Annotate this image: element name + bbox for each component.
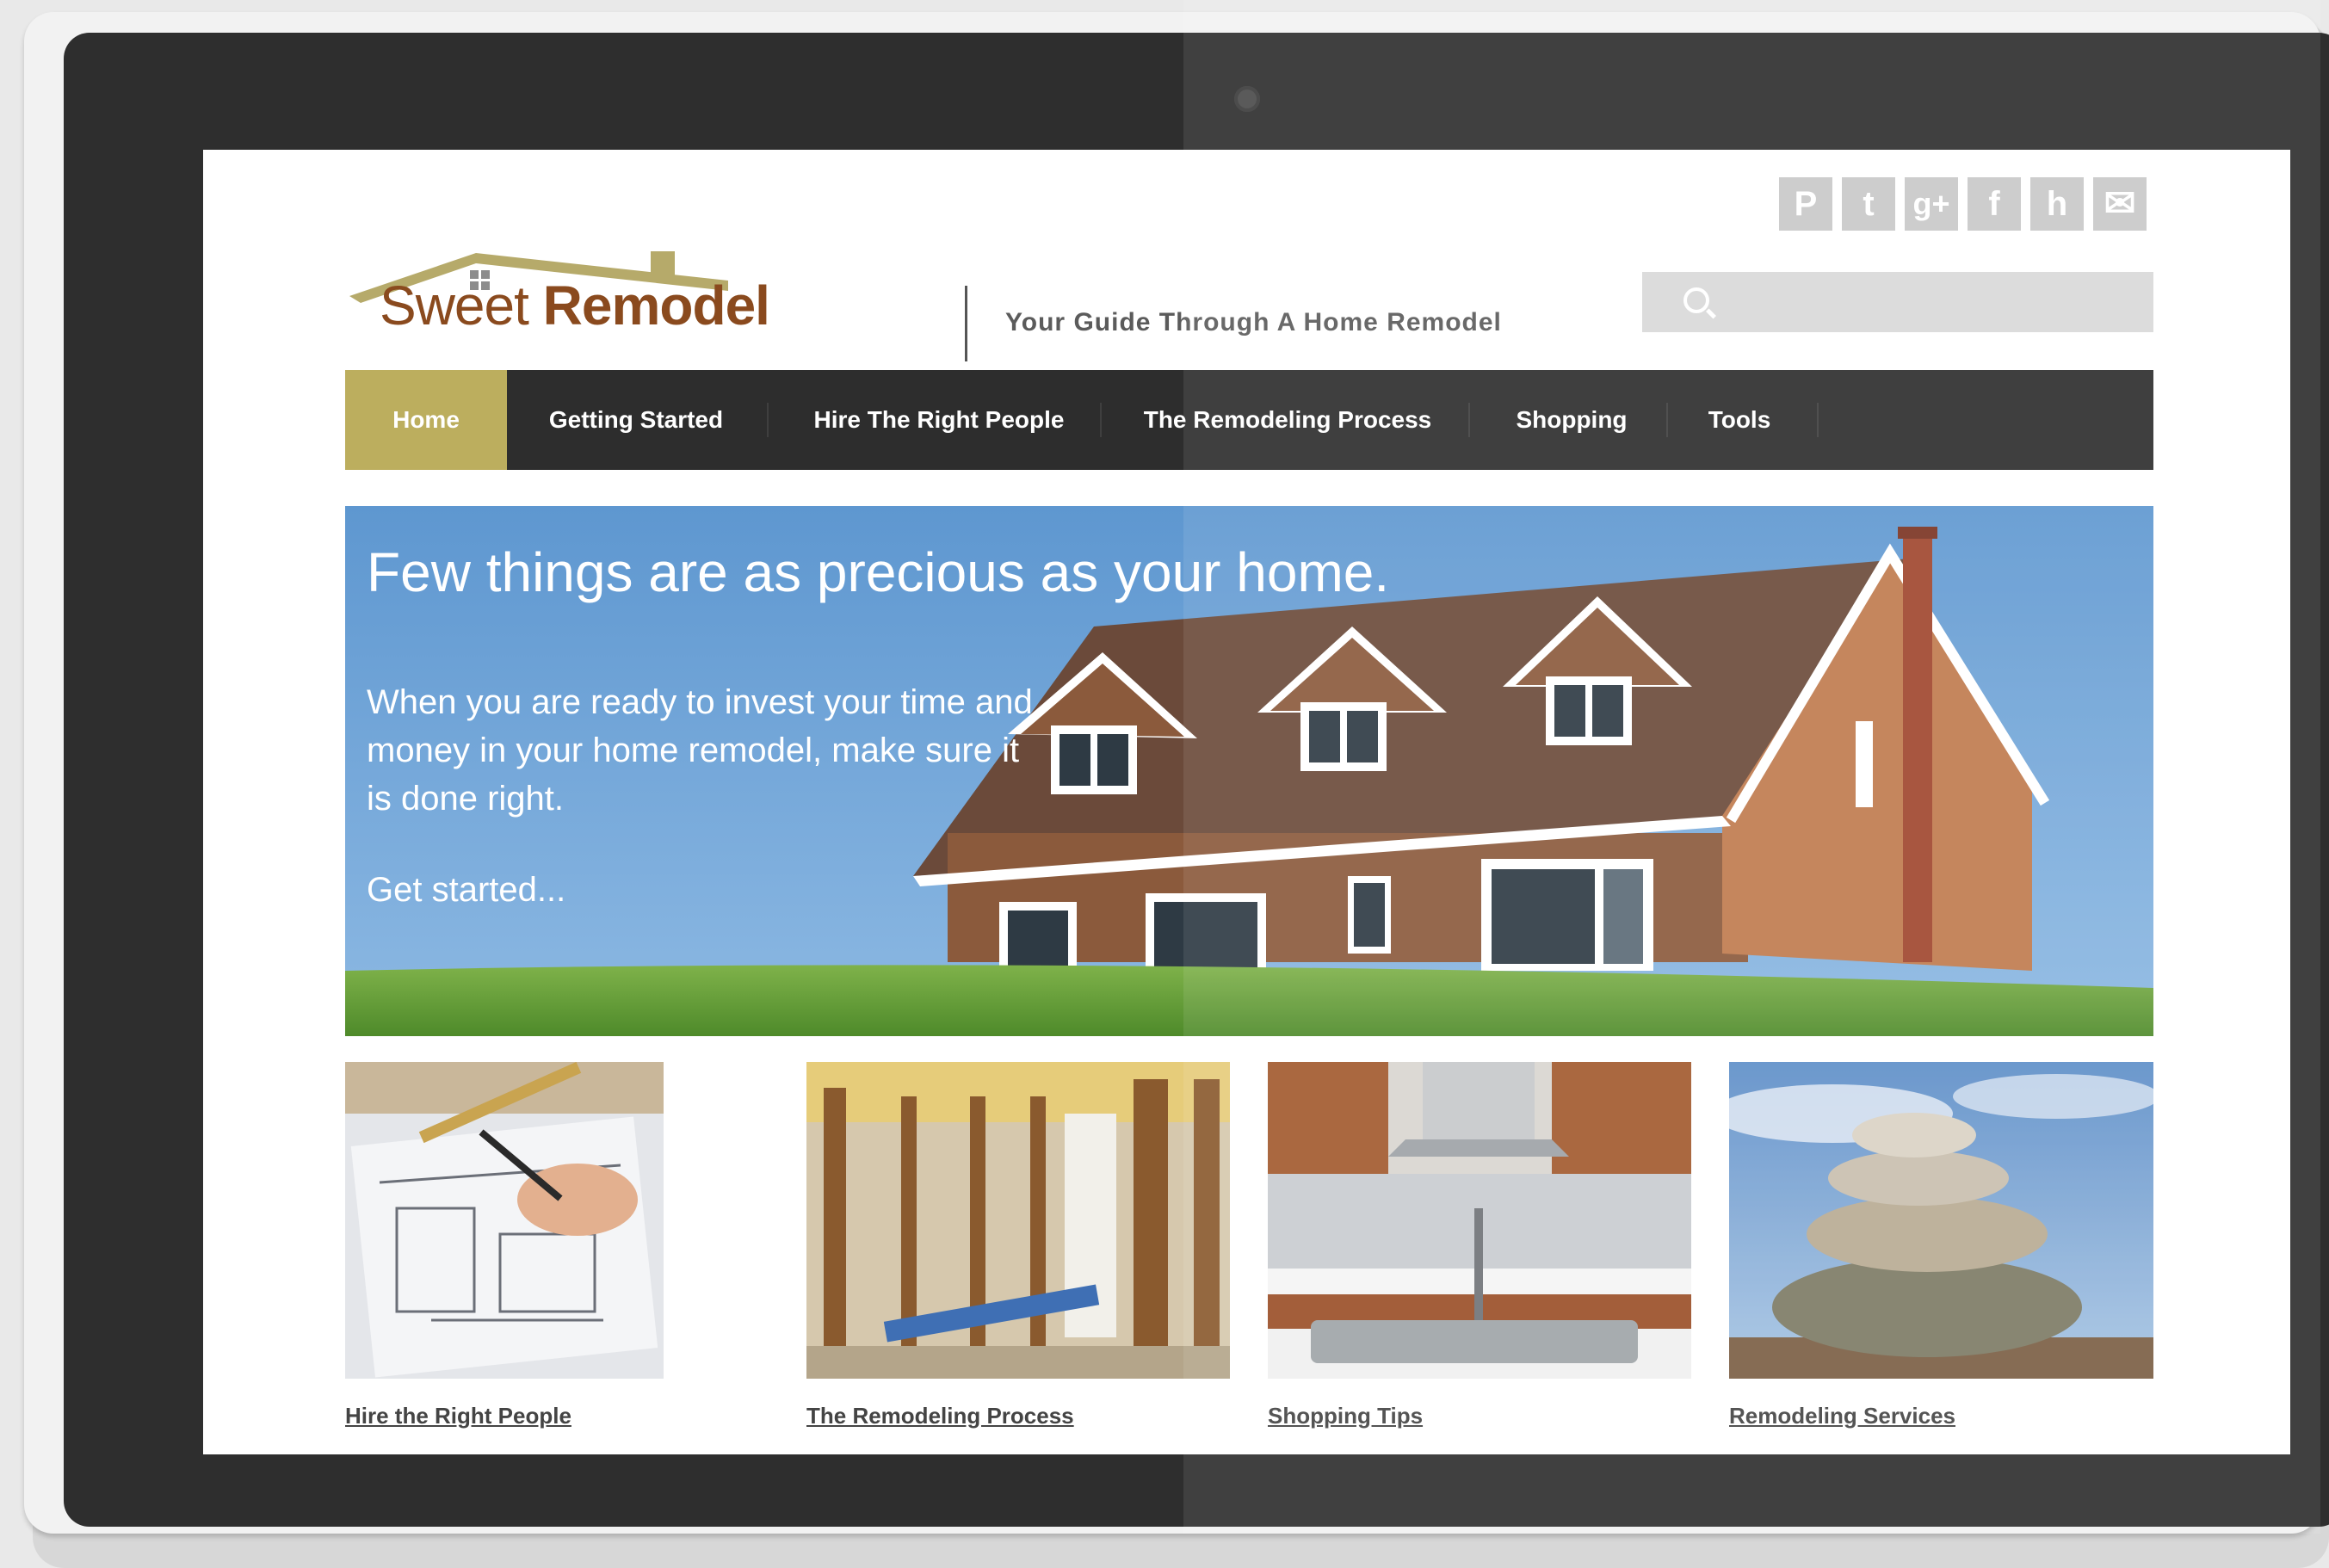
facebook-icon[interactable]: f xyxy=(1968,177,2021,231)
nav-separator xyxy=(1468,403,1470,437)
feature-link-remodeling-services[interactable]: Remodeling Services xyxy=(1729,1403,1955,1429)
header-divider xyxy=(965,286,967,361)
main-nav: Home Getting Started Hire The Right Peop… xyxy=(345,370,2153,470)
twitter-icon[interactable]: t xyxy=(1842,177,1895,231)
hero-title: Few things are as precious as your home. xyxy=(367,541,1390,603)
hero-banner[interactable]: Few things are as precious as your home.… xyxy=(345,506,2153,1036)
hero-body: When you are ready to invest your time a… xyxy=(367,683,1033,818)
logo-word-remodel: Remodel xyxy=(542,275,770,336)
email-icon[interactable]: ✉ xyxy=(2093,177,2147,231)
search-input[interactable] xyxy=(1728,272,2145,334)
thumb-construction-image[interactable] xyxy=(806,1062,1230,1379)
thumb-blueprints-image[interactable] xyxy=(345,1062,664,1379)
nav-separator xyxy=(1100,403,1102,437)
nav-hire-the-right-people[interactable]: Hire The Right People xyxy=(810,370,1068,470)
nav-remodeling-process[interactable]: The Remodeling Process xyxy=(1141,370,1434,470)
nav-tools[interactable]: Tools xyxy=(1692,370,1787,470)
nav-separator xyxy=(1817,403,1819,437)
tablet-frame: Sweet Remodel Your Guide Through A Home … xyxy=(24,12,2329,1534)
search-icon[interactable] xyxy=(1683,287,1709,313)
search-box[interactable] xyxy=(1642,272,2153,334)
tablet-bezel: Sweet Remodel Your Guide Through A Home … xyxy=(64,33,2329,1527)
feature-link-hire[interactable]: Hire the Right People xyxy=(345,1403,571,1429)
logo-text: Sweet Remodel xyxy=(380,274,770,337)
houzz-icon[interactable]: h xyxy=(2030,177,2084,231)
site-logo[interactable]: Sweet Remodel xyxy=(345,229,819,367)
thumb-stones-image[interactable] xyxy=(1729,1062,2153,1379)
nav-separator xyxy=(1666,403,1668,437)
nav-separator xyxy=(767,403,769,437)
nav-shopping[interactable]: Shopping xyxy=(1507,370,1636,470)
camera-icon xyxy=(1234,86,1260,112)
thumb-kitchen-image[interactable] xyxy=(1268,1062,1691,1379)
pinterest-icon[interactable]: P xyxy=(1779,177,1832,231)
logo-word-sweet: Sweet xyxy=(380,275,529,336)
google-plus-icon[interactable]: g+ xyxy=(1905,177,1958,231)
feature-link-shopping-tips[interactable]: Shopping Tips xyxy=(1268,1403,1423,1429)
site-tagline: Your Guide Through A Home Remodel xyxy=(1005,308,1502,336)
hero-get-started-link[interactable]: Get started... xyxy=(367,871,565,910)
website-screen: Sweet Remodel Your Guide Through A Home … xyxy=(203,150,2290,1454)
nav-home[interactable]: Home xyxy=(345,370,507,470)
feature-link-remodeling-process[interactable]: The Remodeling Process xyxy=(806,1403,1074,1429)
nav-getting-started[interactable]: Getting Started xyxy=(541,370,731,470)
